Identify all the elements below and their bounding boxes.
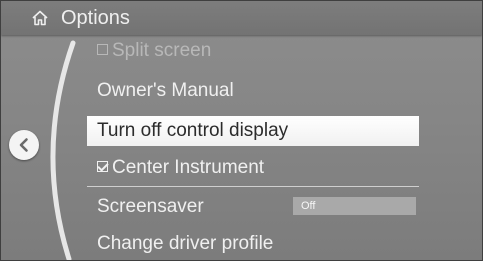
back-button[interactable] <box>9 130 39 160</box>
chevron-left-icon <box>19 138 28 152</box>
divider <box>87 186 419 187</box>
menu-item-label: Split screen <box>112 40 212 61</box>
menu-item-label: Center Instrument <box>112 157 265 178</box>
menu-item-center-instrument[interactable]: Center Instrument <box>87 153 419 183</box>
menu-item-label: Turn off control display <box>97 120 289 141</box>
menu-item-split-screen[interactable]: Split screen <box>87 36 419 66</box>
menu-item-owners-manual[interactable]: Owner's Manual <box>87 76 419 106</box>
menu-item-label: Owner's Manual <box>97 80 234 101</box>
checkbox-unchecked-icon <box>97 44 108 56</box>
menu-item-label: Screensaver <box>97 196 204 217</box>
title-bar: Options <box>1 1 482 35</box>
home-icon[interactable] <box>31 9 49 27</box>
checkbox-checked-icon[interactable] <box>97 161 108 173</box>
options-screen: Options Split screen Owner's Manual Turn… <box>0 0 483 261</box>
menu-item-turn-off-control-display[interactable]: Turn off control display <box>87 116 419 146</box>
menu-item-change-driver-profile[interactable]: Change driver profile <box>87 229 419 259</box>
page-title: Options <box>61 7 130 29</box>
screensaver-value-field[interactable]: Off <box>293 197 416 215</box>
menu-item-label: Change driver profile <box>97 233 274 254</box>
